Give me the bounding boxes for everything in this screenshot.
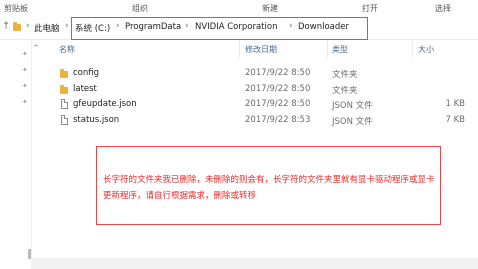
column-header-name[interactable]: 名称	[59, 44, 75, 58]
document-icon	[61, 99, 68, 109]
file-name: latest	[73, 84, 97, 94]
ribbon-group-clipboard: 剪贴板	[4, 4, 28, 13]
column-divider[interactable]	[412, 40, 413, 58]
file-name: gfeupdate.json	[73, 99, 137, 109]
file-row[interactable]: latest 2017/9/22 8:50 文件夹	[57, 83, 478, 97]
file-type: 文件夹	[332, 86, 358, 96]
pin-icon[interactable]: ✦	[22, 82, 28, 90]
column-divider[interactable]	[239, 40, 240, 58]
file-date: 2017/9/22 8:50	[245, 99, 311, 109]
navigation-pane: ✦ ✦ ✦ ✦	[0, 40, 32, 269]
column-header-type[interactable]: 类型	[332, 44, 348, 58]
ribbon-group-select: 选择	[435, 4, 451, 13]
annotation-highlight-box	[71, 17, 368, 40]
chevron-right-icon: ›	[65, 21, 69, 31]
ribbon-group-labels: 剪贴板 组织 新建 打开 选择	[0, 0, 478, 16]
chevron-right-icon: ›	[26, 21, 30, 31]
file-date: 2017/9/22 8:50	[245, 84, 311, 94]
file-date: 2017/9/22 8:53	[245, 115, 311, 125]
breadcrumb-this-pc[interactable]: 此电脑	[34, 22, 60, 34]
up-arrow-icon[interactable]: ↑	[2, 21, 10, 33]
file-size: 1 KB	[445, 99, 465, 109]
column-header-size[interactable]: 大小	[418, 44, 434, 58]
folder-icon	[13, 22, 21, 31]
file-name: config	[73, 68, 100, 78]
file-name: status.json	[73, 115, 120, 125]
file-row[interactable]: status.json 2017/9/22 8:53 JSON 文件 7 KB	[57, 114, 478, 128]
column-divider[interactable]	[327, 40, 328, 58]
ribbon-group-organize: 组织	[132, 4, 148, 13]
column-header-date[interactable]: 修改日期	[245, 44, 277, 58]
horizontal-scrollbar[interactable]	[31, 258, 478, 269]
ribbon-group-new: 新建	[262, 4, 278, 13]
file-date: 2017/9/22 8:50	[245, 68, 311, 78]
annotation-note-text: 长字符的文件夹我已删除，未删除的则会有，长字符的文件夹里就有显卡驱动程序或显卡更…	[103, 175, 435, 201]
pin-icon[interactable]: ✦	[22, 98, 28, 106]
pin-icon[interactable]: ✦	[22, 50, 28, 58]
file-row[interactable]: config 2017/9/22 8:50 文件夹	[57, 67, 478, 81]
file-type: 文件夹	[332, 70, 358, 80]
file-type: JSON 文件	[332, 101, 373, 111]
file-type: JSON 文件	[332, 117, 373, 127]
file-size: 7 KB	[445, 115, 465, 125]
folder-icon	[60, 69, 68, 78]
file-row[interactable]: gfeupdate.json 2017/9/22 8:50 JSON 文件 1 …	[57, 98, 478, 112]
folder-icon	[60, 85, 68, 94]
ribbon-group-open: 打开	[362, 4, 378, 13]
scroll-up-icon[interactable]: ^	[33, 44, 39, 52]
pin-icon[interactable]: ✦	[22, 66, 28, 74]
annotation-note-box: 长字符的文件夹我已删除，未删除的则会有，长字符的文件夹里就有显卡驱动程序或显卡更…	[96, 146, 441, 225]
document-icon	[61, 115, 68, 125]
navigation-pane-footer	[0, 240, 31, 269]
